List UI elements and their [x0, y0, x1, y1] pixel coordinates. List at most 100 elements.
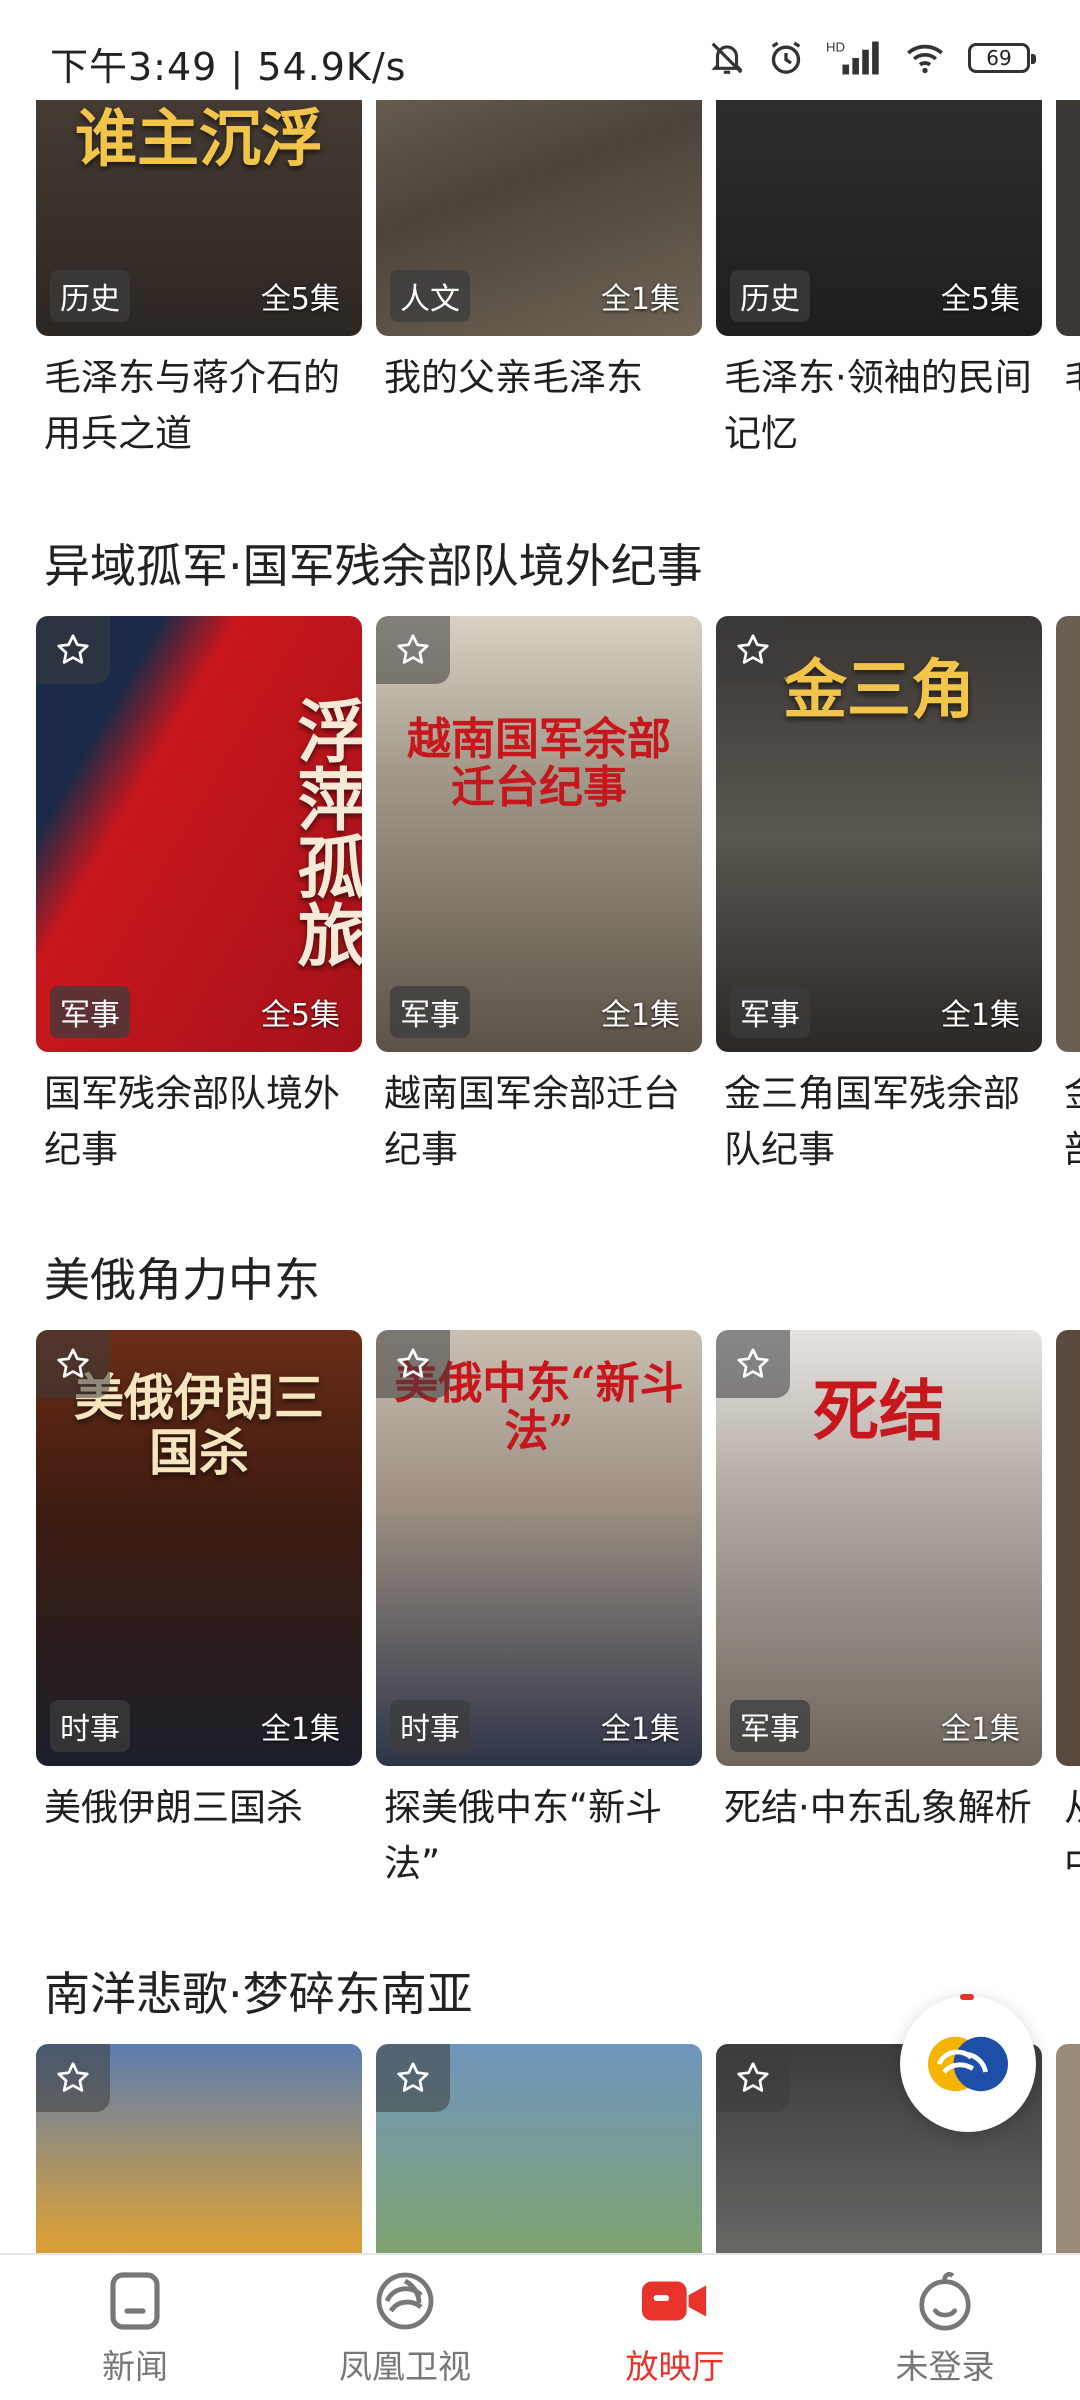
star-icon	[397, 634, 429, 664]
app-screen: 谁主沉浮 历史 全5集 毛泽东与蒋介石的用兵之道 人文 全1集 我的父亲毛泽东 …	[0, 0, 1080, 2400]
floating-phoenix-button[interactable]	[900, 1994, 1036, 2132]
card-title[interactable]: 探美俄中东“新斗法”	[376, 1780, 702, 1892]
video-camera-icon	[641, 2281, 707, 2320]
nav-label: 放映厅	[625, 2346, 725, 2386]
favorite-button[interactable]	[36, 1330, 110, 1398]
battery-level: 69	[986, 46, 1012, 70]
nav-item-phoenix-tv[interactable]: 凤凰卫视	[270, 2255, 540, 2400]
content-feed[interactable]: 谁主沉浮 历史 全5集 毛泽东与蒋介石的用兵之道 人文 全1集 我的父亲毛泽东 …	[0, 0, 1080, 2255]
episode-count: 全5集	[260, 998, 340, 1033]
video-card[interactable]	[36, 2044, 362, 2255]
favorite-button[interactable]	[36, 2044, 110, 2112]
card-title[interactable]: 毛	[1056, 350, 1080, 406]
nav-item-screening-hall[interactable]: 放映厅	[540, 2255, 810, 2400]
phoenix-logo-icon	[928, 2036, 1008, 2092]
episode-count: 全5集	[260, 282, 340, 317]
star-icon	[737, 2062, 769, 2092]
favorite-button[interactable]	[376, 1330, 450, 1398]
video-card-peek[interactable]	[1056, 2044, 1080, 2255]
star-icon	[397, 2062, 429, 2092]
favorite-button[interactable]	[716, 616, 790, 684]
nav-item-news[interactable]: 新闻	[0, 2255, 270, 2400]
video-card[interactable]	[376, 2044, 702, 2255]
card-title[interactable]: 金三角国军残余部队纪事	[716, 1066, 1042, 1178]
poster[interactable]	[376, 2044, 702, 2255]
video-card[interactable]: 美俄伊朗三国杀 时事 全1集 美俄伊朗三国杀	[36, 1330, 362, 1892]
category-tag: 军事	[730, 1700, 810, 1752]
poster[interactable]: 浮萍孤旅 军事 全5集	[36, 616, 362, 1052]
status-icons: HD 69	[708, 36, 1036, 80]
nav-item-profile[interactable]: 未登录	[810, 2255, 1080, 2400]
alarm-icon	[771, 41, 801, 74]
svg-text:HD: HD	[826, 39, 845, 54]
news-icon	[110, 2271, 160, 2330]
category-tag: 军事	[730, 986, 810, 1038]
favorite-button[interactable]	[716, 1330, 790, 1398]
category-tag: 历史	[50, 270, 130, 322]
nav-label: 新闻	[102, 2346, 168, 2386]
status-time-speed: 下午3:49 | 54.9K/s	[50, 45, 407, 89]
poster[interactable]	[1056, 2044, 1080, 2255]
video-card[interactable]: 金三角 军事 全1集 金三角国军残余部队纪事	[716, 616, 1042, 1178]
card-title[interactable]: 国军残余部队境外纪事	[36, 1066, 362, 1178]
bell-muted-icon	[711, 42, 743, 74]
nav-label: 未登录	[895, 2346, 995, 2386]
card-title[interactable]: 从中	[1056, 1780, 1080, 1892]
category-tag: 军事	[390, 986, 470, 1038]
card-title[interactable]: 毛泽东与蒋介石的用兵之道	[36, 350, 362, 462]
star-icon	[57, 2062, 89, 2092]
card-title[interactable]: 越南国军余部迁台纪事	[376, 1066, 702, 1178]
video-card-peek[interactable]: 从中	[1056, 1330, 1080, 1892]
star-icon	[57, 1348, 89, 1378]
episode-count: 全1集	[600, 282, 680, 317]
episode-count: 全1集	[600, 1712, 680, 1747]
video-card-peek[interactable]: 金部	[1056, 616, 1080, 1178]
status-bar: 下午3:49 | 54.9K/s HD 69	[0, 0, 1080, 100]
poster[interactable]: 越南国军余部迁台纪事 军事 全1集	[376, 616, 702, 1052]
progress-arc	[960, 1994, 974, 2000]
battery-icon: 69	[968, 43, 1036, 73]
card-title[interactable]: 我的父亲毛泽东	[376, 350, 702, 406]
video-card[interactable]: 越南国军余部迁台纪事 军事 全1集 越南国军余部迁台纪事	[376, 616, 702, 1178]
star-icon	[57, 634, 89, 664]
poster[interactable]	[36, 2044, 362, 2255]
poster[interactable]: 美俄伊朗三国杀 时事 全1集	[36, 1330, 362, 1766]
video-card[interactable]: 死结 军事 全1集 死结·中东乱象解析	[716, 1330, 1042, 1892]
star-icon	[737, 634, 769, 664]
poster[interactable]: 美俄中东“新斗法” 时事 全1集	[376, 1330, 702, 1766]
video-card[interactable]: 浮萍孤旅 军事 全5集 国军残余部队境外纪事	[36, 616, 362, 1178]
phoenix-icon	[376, 2272, 434, 2329]
poster[interactable]: 死结 军事 全1集	[716, 1330, 1042, 1766]
favorite-button[interactable]	[376, 2044, 450, 2112]
episode-count: 全1集	[600, 998, 680, 1033]
favorite-button[interactable]	[716, 2044, 790, 2112]
poster-art-text: 越南国军余部迁台纪事	[407, 714, 671, 814]
poster-art-text: 谁主沉浮	[74, 102, 323, 175]
section-title: 美俄角力中东	[44, 1253, 320, 1307]
episode-count: 全1集	[940, 998, 1020, 1033]
category-tag: 历史	[730, 270, 810, 322]
card-title[interactable]: 死结·中东乱象解析	[716, 1780, 1042, 1836]
section-title: 南洋悲歌·梦碎东南亚	[44, 1967, 473, 2021]
favorite-button[interactable]	[376, 616, 450, 684]
row-section-2: 美俄伊朗三国杀 时事 全1集 美俄伊朗三国杀 美俄中东“新斗法” 时事 全1集 …	[36, 1330, 1080, 1892]
poster[interactable]: 金三角 军事 全1集	[716, 616, 1042, 1052]
card-title[interactable]: 美俄伊朗三国杀	[36, 1780, 362, 1836]
row-section-1: 浮萍孤旅 军事 全5集 国军残余部队境外纪事 越南国军余部迁台纪事 军事 全1集…	[36, 616, 1080, 1178]
video-card[interactable]: 美俄中东“新斗法” 时事 全1集 探美俄中东“新斗法”	[376, 1330, 702, 1892]
card-title[interactable]: 金部	[1056, 1066, 1080, 1178]
category-tag: 人文	[390, 270, 470, 322]
star-icon	[737, 1348, 769, 1378]
category-tag: 时事	[390, 1700, 470, 1752]
poster[interactable]	[1056, 1330, 1080, 1766]
poster[interactable]	[1056, 616, 1080, 1052]
wifi-icon	[907, 44, 943, 74]
cellular-signal-icon: HD	[826, 39, 879, 75]
section-title: 异域孤军·国军残余部队境外纪事	[44, 539, 703, 593]
card-title[interactable]: 毛泽东·领袖的民间记忆	[716, 350, 1042, 462]
episode-count: 全5集	[940, 282, 1020, 317]
category-tag: 军事	[50, 986, 130, 1038]
star-icon	[397, 1348, 429, 1378]
favorite-button[interactable]	[36, 616, 110, 684]
nav-label: 凤凰卫视	[339, 2346, 471, 2386]
